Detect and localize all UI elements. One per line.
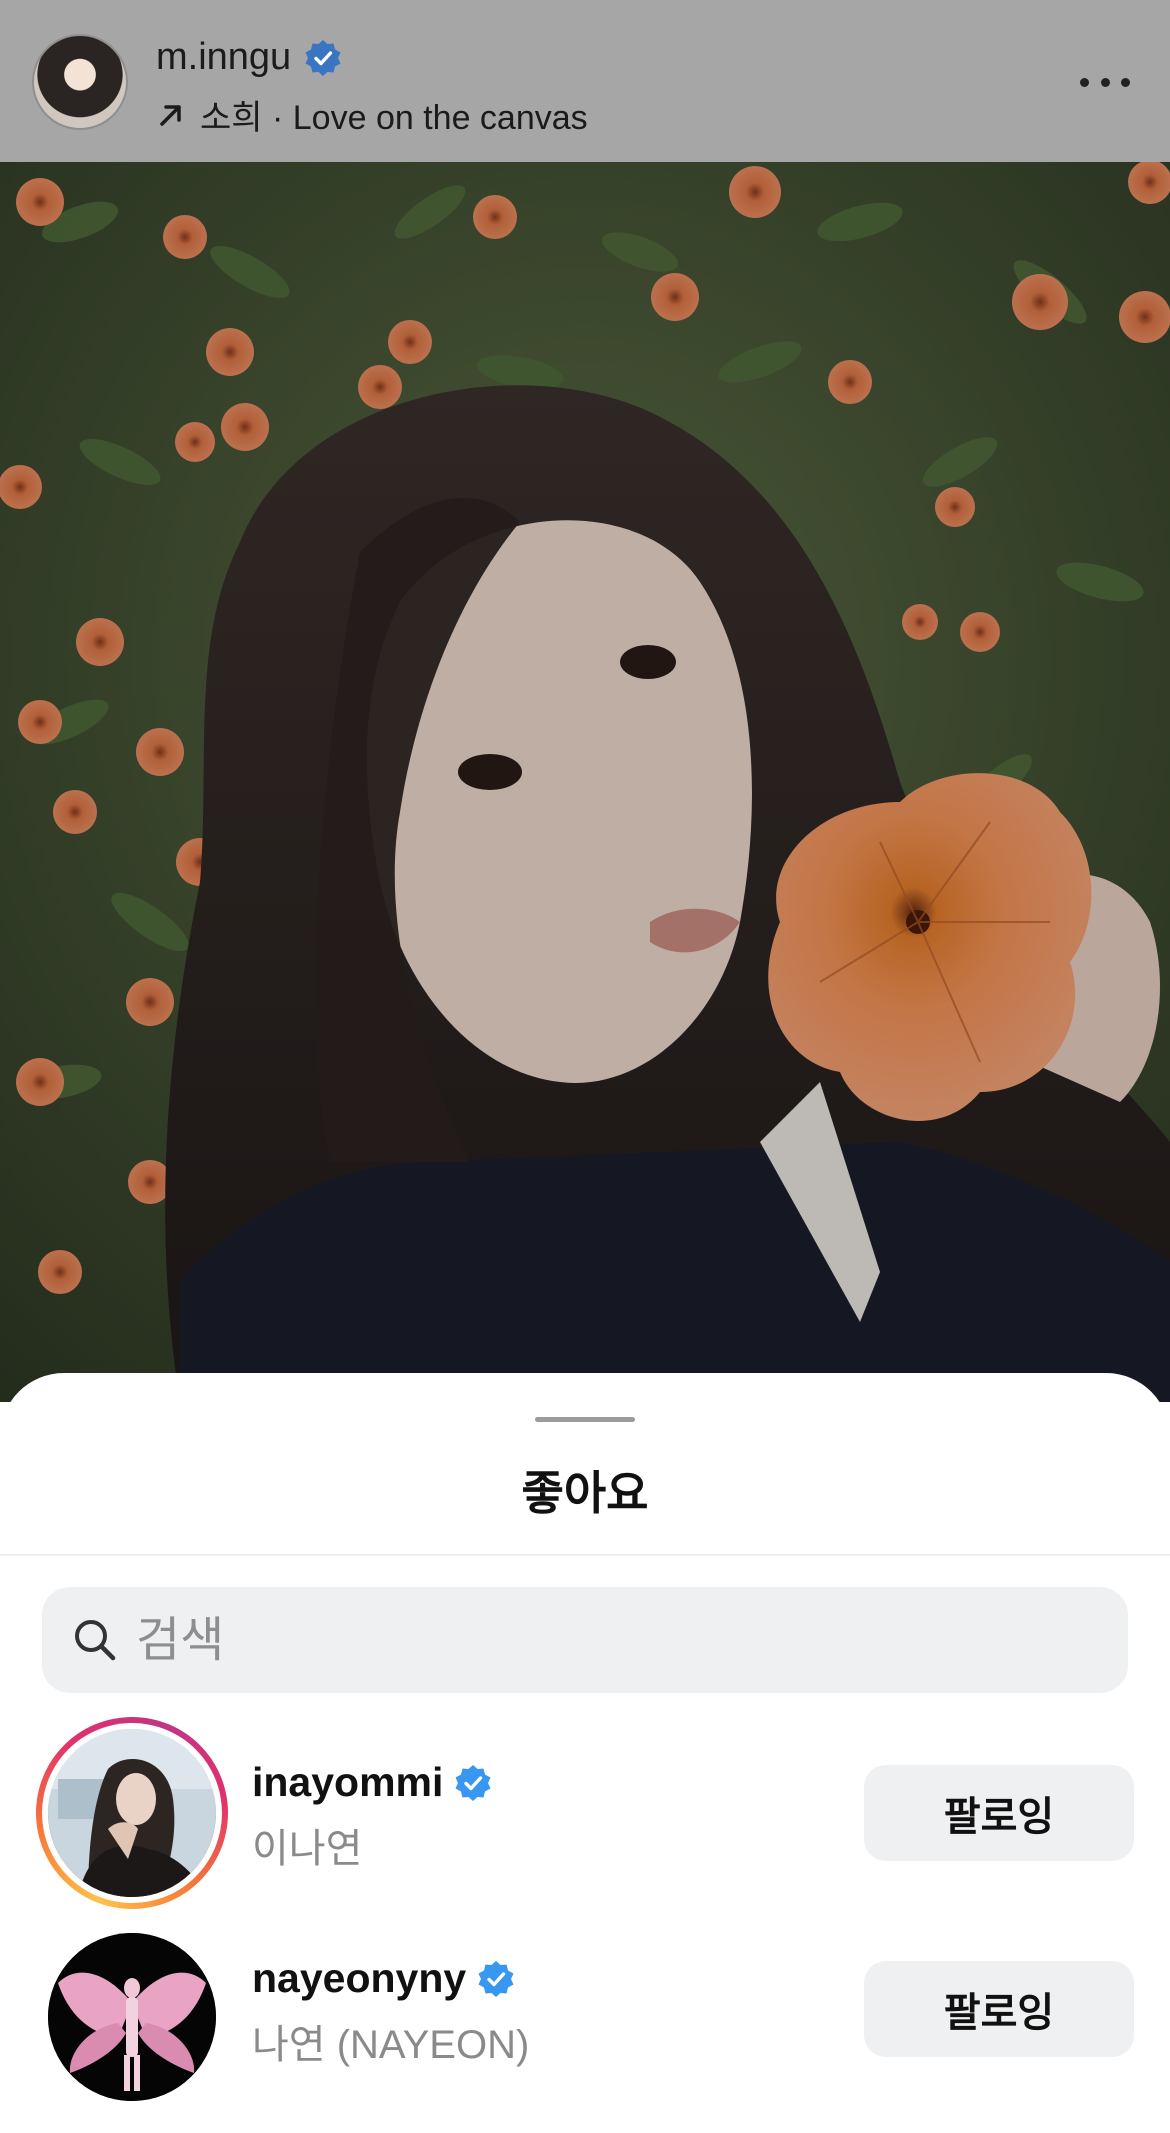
post-subline[interactable]: 소희 · Love on the canvas <box>156 90 588 139</box>
item-username-row[interactable]: inayommi <box>252 1759 493 1806</box>
search-bar[interactable] <box>42 1587 1128 1693</box>
avatar <box>48 1729 216 1897</box>
verified-badge-icon <box>305 39 341 76</box>
verified-badge-icon <box>455 1764 491 1801</box>
list-item[interactable]: nayeonyny 나연 (NAYEON) 팔로잉 <box>0 1933 1170 2133</box>
author-username-row[interactable]: m.inngu <box>156 36 343 79</box>
item-full-name: 나연 (NAYEON) <box>252 2023 530 2067</box>
sheet-title: 좋아요 <box>521 1467 649 1519</box>
author-username[interactable]: m.inngu <box>156 36 291 79</box>
sheet-divider <box>0 1554 1170 1556</box>
likes-sheet: 좋아요 검색 inayommi 이나연 팔로잉 nayeonyny 나연 (NA… <box>0 1373 1170 2133</box>
item-username[interactable]: nayeonyny <box>252 1955 466 2002</box>
item-texts: nayeonyny 나연 (NAYEON) <box>252 1955 529 2070</box>
post-header: m.inngu 소희 · Love on the canvas <box>0 0 1170 162</box>
post-subline-text: 소희 · Love on the canvas <box>200 99 588 137</box>
more-horizontal-icon[interactable] <box>1080 62 1130 102</box>
following-button[interactable]: 팔로잉 <box>864 1961 1134 2057</box>
post-photo-image <box>0 162 1170 1402</box>
search-input[interactable] <box>134 1587 1094 1693</box>
item-username-row[interactable]: nayeonyny <box>252 1955 529 2002</box>
avatar-story-ring[interactable] <box>36 1717 228 1909</box>
arrow-up-right-icon <box>160 104 181 126</box>
verified-badge-icon <box>478 1960 514 1997</box>
item-texts: inayommi 이나연 <box>252 1759 493 1874</box>
item-full-name: 이나연 <box>252 1827 363 1871</box>
post-photo <box>0 162 1170 1402</box>
search-icon <box>75 1620 116 1661</box>
list-item[interactable]: inayommi 이나연 팔로잉 <box>0 1713 1170 1913</box>
following-button[interactable]: 팔로잉 <box>864 1765 1134 1861</box>
sheet-drag-handle[interactable] <box>535 1417 635 1422</box>
avatar[interactable] <box>48 1933 216 2101</box>
author-avatar[interactable] <box>32 34 128 130</box>
item-username[interactable]: inayommi <box>252 1759 443 1806</box>
